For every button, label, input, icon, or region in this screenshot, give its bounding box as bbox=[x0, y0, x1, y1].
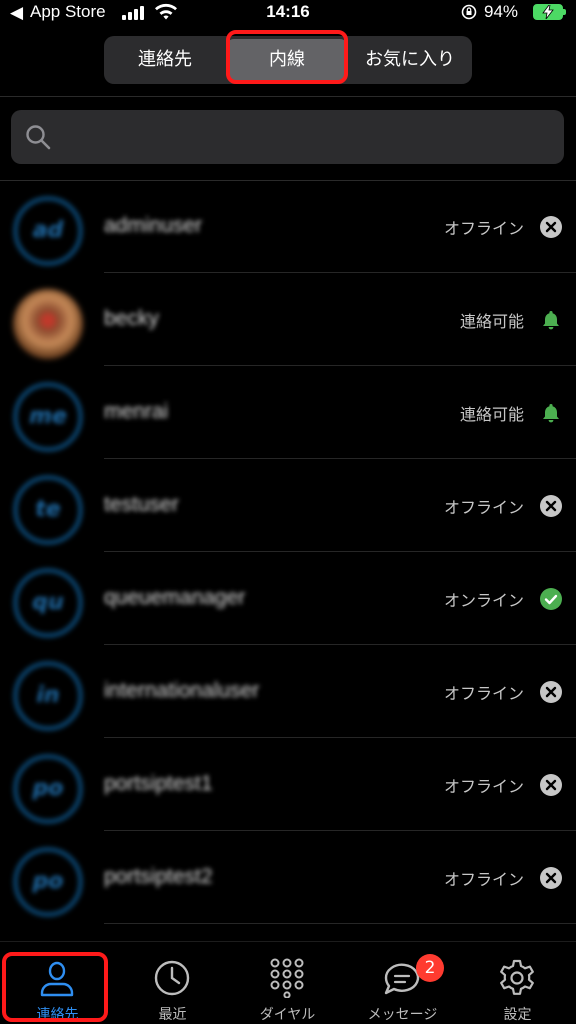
contact-status: オフライン bbox=[443, 498, 524, 517]
avatar: qu bbox=[13, 568, 83, 638]
contact-row[interactable]: po portsiptest1 オフライン bbox=[0, 738, 576, 831]
header-divider bbox=[0, 96, 576, 97]
contact-status: オンライン bbox=[443, 591, 524, 610]
tab-label: 最近 bbox=[158, 1007, 187, 1023]
contact-status: オフライン bbox=[443, 777, 524, 796]
search-bar[interactable] bbox=[11, 110, 564, 164]
rotation-lock-icon bbox=[461, 4, 477, 20]
avatar: me bbox=[13, 382, 83, 452]
contact-name: testuser bbox=[104, 493, 179, 516]
contact-row[interactable]: te testuser オフライン bbox=[0, 459, 576, 552]
tab-messages[interactable]: 2 メッセージ bbox=[345, 944, 460, 1024]
offline-x-icon bbox=[540, 216, 562, 238]
gear-icon bbox=[500, 959, 534, 995]
extensions-tab-highlight bbox=[226, 30, 348, 84]
contact-status: オフライン bbox=[443, 684, 524, 703]
contact-status: 連絡可能 bbox=[459, 312, 524, 331]
contact-name: adminuser bbox=[104, 214, 203, 237]
offline-x-icon bbox=[540, 681, 562, 703]
battery-tip bbox=[563, 9, 566, 15]
contact-row[interactable]: becky 連絡可能 bbox=[0, 273, 576, 366]
keypad-icon bbox=[270, 958, 304, 998]
online-check-icon bbox=[540, 588, 562, 610]
contact-row[interactable]: qu queuemanager オンライン bbox=[0, 552, 576, 645]
contact-row[interactable]: in internationaluser オフライン bbox=[0, 645, 576, 738]
tab-dial[interactable]: ダイヤル bbox=[230, 944, 345, 1024]
unread-badge: 2 bbox=[416, 954, 444, 982]
row-separator bbox=[104, 923, 576, 924]
tab-label: ダイヤル bbox=[259, 1007, 316, 1023]
contact-name: becky bbox=[104, 307, 159, 330]
avatar: ad bbox=[13, 196, 83, 266]
tab-recents[interactable]: 最近 bbox=[115, 944, 230, 1024]
contact-row[interactable]: ad adminuser オフライン bbox=[0, 180, 576, 273]
contact-status: 連絡可能 bbox=[459, 405, 524, 424]
search-icon bbox=[26, 125, 51, 150]
battery-percent: 94% bbox=[484, 2, 519, 21]
offline-x-icon bbox=[540, 867, 562, 889]
avatar: te bbox=[13, 475, 83, 545]
segment-contacts[interactable]: 連絡先 bbox=[104, 36, 226, 84]
contacts-tab-highlight bbox=[2, 952, 108, 1022]
contact-name: internationaluser bbox=[104, 679, 260, 702]
segment-favorites[interactable]: お気に入り bbox=[348, 36, 472, 84]
contact-name: menrai bbox=[104, 400, 169, 423]
offline-x-icon bbox=[540, 774, 562, 796]
avatar: po bbox=[13, 754, 83, 824]
tab-settings[interactable]: 設定 bbox=[460, 944, 575, 1024]
tab-label: メッセージ bbox=[367, 1007, 438, 1023]
contact-name: portsiptest2 bbox=[104, 865, 213, 888]
available-bell-icon bbox=[543, 311, 559, 330]
avatar: po bbox=[13, 847, 83, 917]
contact-row[interactable]: me menrai 連絡可能 bbox=[0, 366, 576, 459]
tab-label: 設定 bbox=[503, 1007, 532, 1023]
clock-icon bbox=[154, 960, 190, 996]
contact-row[interactable]: po portsiptest2 オフライン bbox=[0, 831, 576, 924]
tabbar-divider bbox=[0, 941, 576, 942]
battery-icon bbox=[533, 4, 563, 20]
available-bell-icon bbox=[543, 404, 559, 423]
status-bar: ◀ App Store 14:16 94% bbox=[0, 0, 576, 26]
avatar bbox=[13, 289, 83, 359]
avatar: in bbox=[13, 661, 83, 731]
offline-x-icon bbox=[540, 495, 562, 517]
contact-status: オフライン bbox=[443, 870, 524, 889]
contact-status: オフライン bbox=[443, 219, 524, 238]
contact-name: queuemanager bbox=[104, 586, 246, 609]
contact-name: portsiptest1 bbox=[104, 772, 213, 795]
